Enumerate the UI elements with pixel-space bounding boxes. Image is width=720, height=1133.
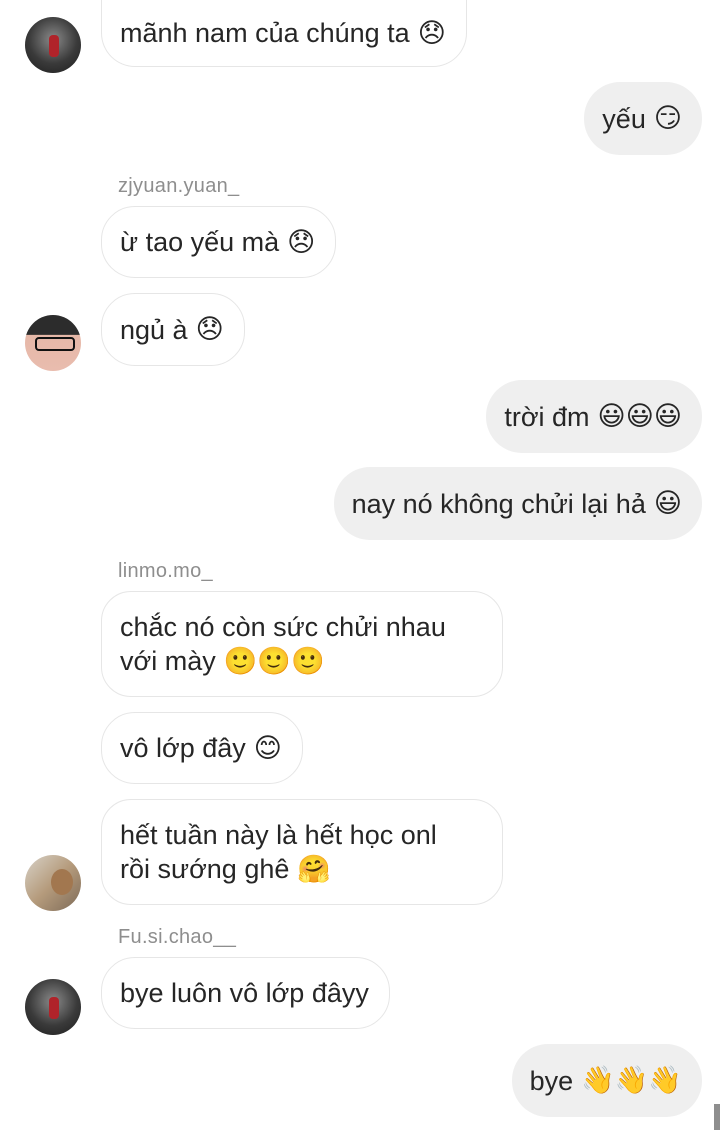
smiling-face-emoji: 🙂🙂🙂 — [223, 645, 325, 676]
message-bubble-outgoing[interactable]: yếu 😏 — [584, 82, 702, 155]
message-text: trời đm — [504, 401, 590, 432]
avatar[interactable] — [25, 855, 81, 911]
scrollbar-thumb[interactable] — [714, 1104, 720, 1130]
waving-hand-emoji: 👋👋👋 — [581, 1065, 682, 1095]
message-bubble-incoming[interactable]: ừ tao yếu mà 😞 — [101, 206, 337, 278]
smirk-face-emoji: 😏 — [653, 103, 682, 133]
message-bubble-outgoing[interactable]: bye 👋👋👋 — [511, 1044, 702, 1117]
sad-face-emoji: 😞 — [417, 17, 446, 48]
sad-face-emoji: 😞 — [287, 226, 316, 257]
message-bubble-incoming[interactable]: hết tuần này là hết học onl rồi sướng gh… — [101, 799, 503, 905]
message-bubble-incoming[interactable]: ngủ à 😞 — [101, 293, 245, 366]
sender-name: zjyuan.yuan_ — [118, 175, 240, 197]
avatar[interactable] — [25, 17, 81, 73]
message-text: ừ tao yếu mà — [120, 227, 280, 257]
message-bubble-incoming[interactable]: vô lớp đây 😊 — [101, 712, 303, 784]
message-text-line: hết tuần này là hết học onl — [120, 820, 437, 850]
sad-face-emoji: 😞 — [195, 314, 224, 344]
blushing-face-emoji: 😊 — [253, 732, 282, 763]
avatar[interactable] — [25, 979, 81, 1035]
avatar[interactable] — [25, 315, 81, 371]
message-text: vô lớp đây — [120, 733, 246, 763]
message-bubble-outgoing[interactable]: nay nó không chửi lại hả 😃 — [333, 467, 702, 540]
grinning-face-emoji: 😃 — [653, 488, 682, 518]
message-bubble-outgoing[interactable]: trời đm 😃😃😃 — [486, 380, 702, 453]
message-text: bye — [529, 1065, 574, 1096]
message-bubble-incoming[interactable]: bye luôn vô lớp đâyy — [101, 957, 390, 1029]
message-text: mãnh nam của chúng ta — [120, 18, 410, 48]
hugging-face-emoji: 🤗 — [297, 853, 331, 884]
message-text-line: rồi sướng ghê — [120, 854, 290, 884]
message-bubble-incoming[interactable]: chắc nó còn sức chửi nhau với mày 🙂🙂🙂 — [101, 591, 503, 697]
message-bubble-incoming[interactable]: mãnh nam của chúng ta 😞 — [101, 0, 467, 67]
message-text-line: chắc nó còn sức chửi nhau — [120, 612, 446, 642]
grinning-face-emoji: 😃😃😃 — [597, 401, 682, 431]
message-text: ngủ à — [120, 314, 188, 345]
message-text-line: với mày — [120, 646, 216, 676]
message-text: bye luôn vô lớp đâyy — [120, 978, 369, 1008]
message-text: yếu — [602, 103, 646, 134]
sender-name: Fu.si.chao__ — [118, 926, 237, 948]
message-text: nay nó không chửi lại hả — [351, 488, 646, 519]
sender-name: linmo.mo_ — [118, 560, 213, 582]
